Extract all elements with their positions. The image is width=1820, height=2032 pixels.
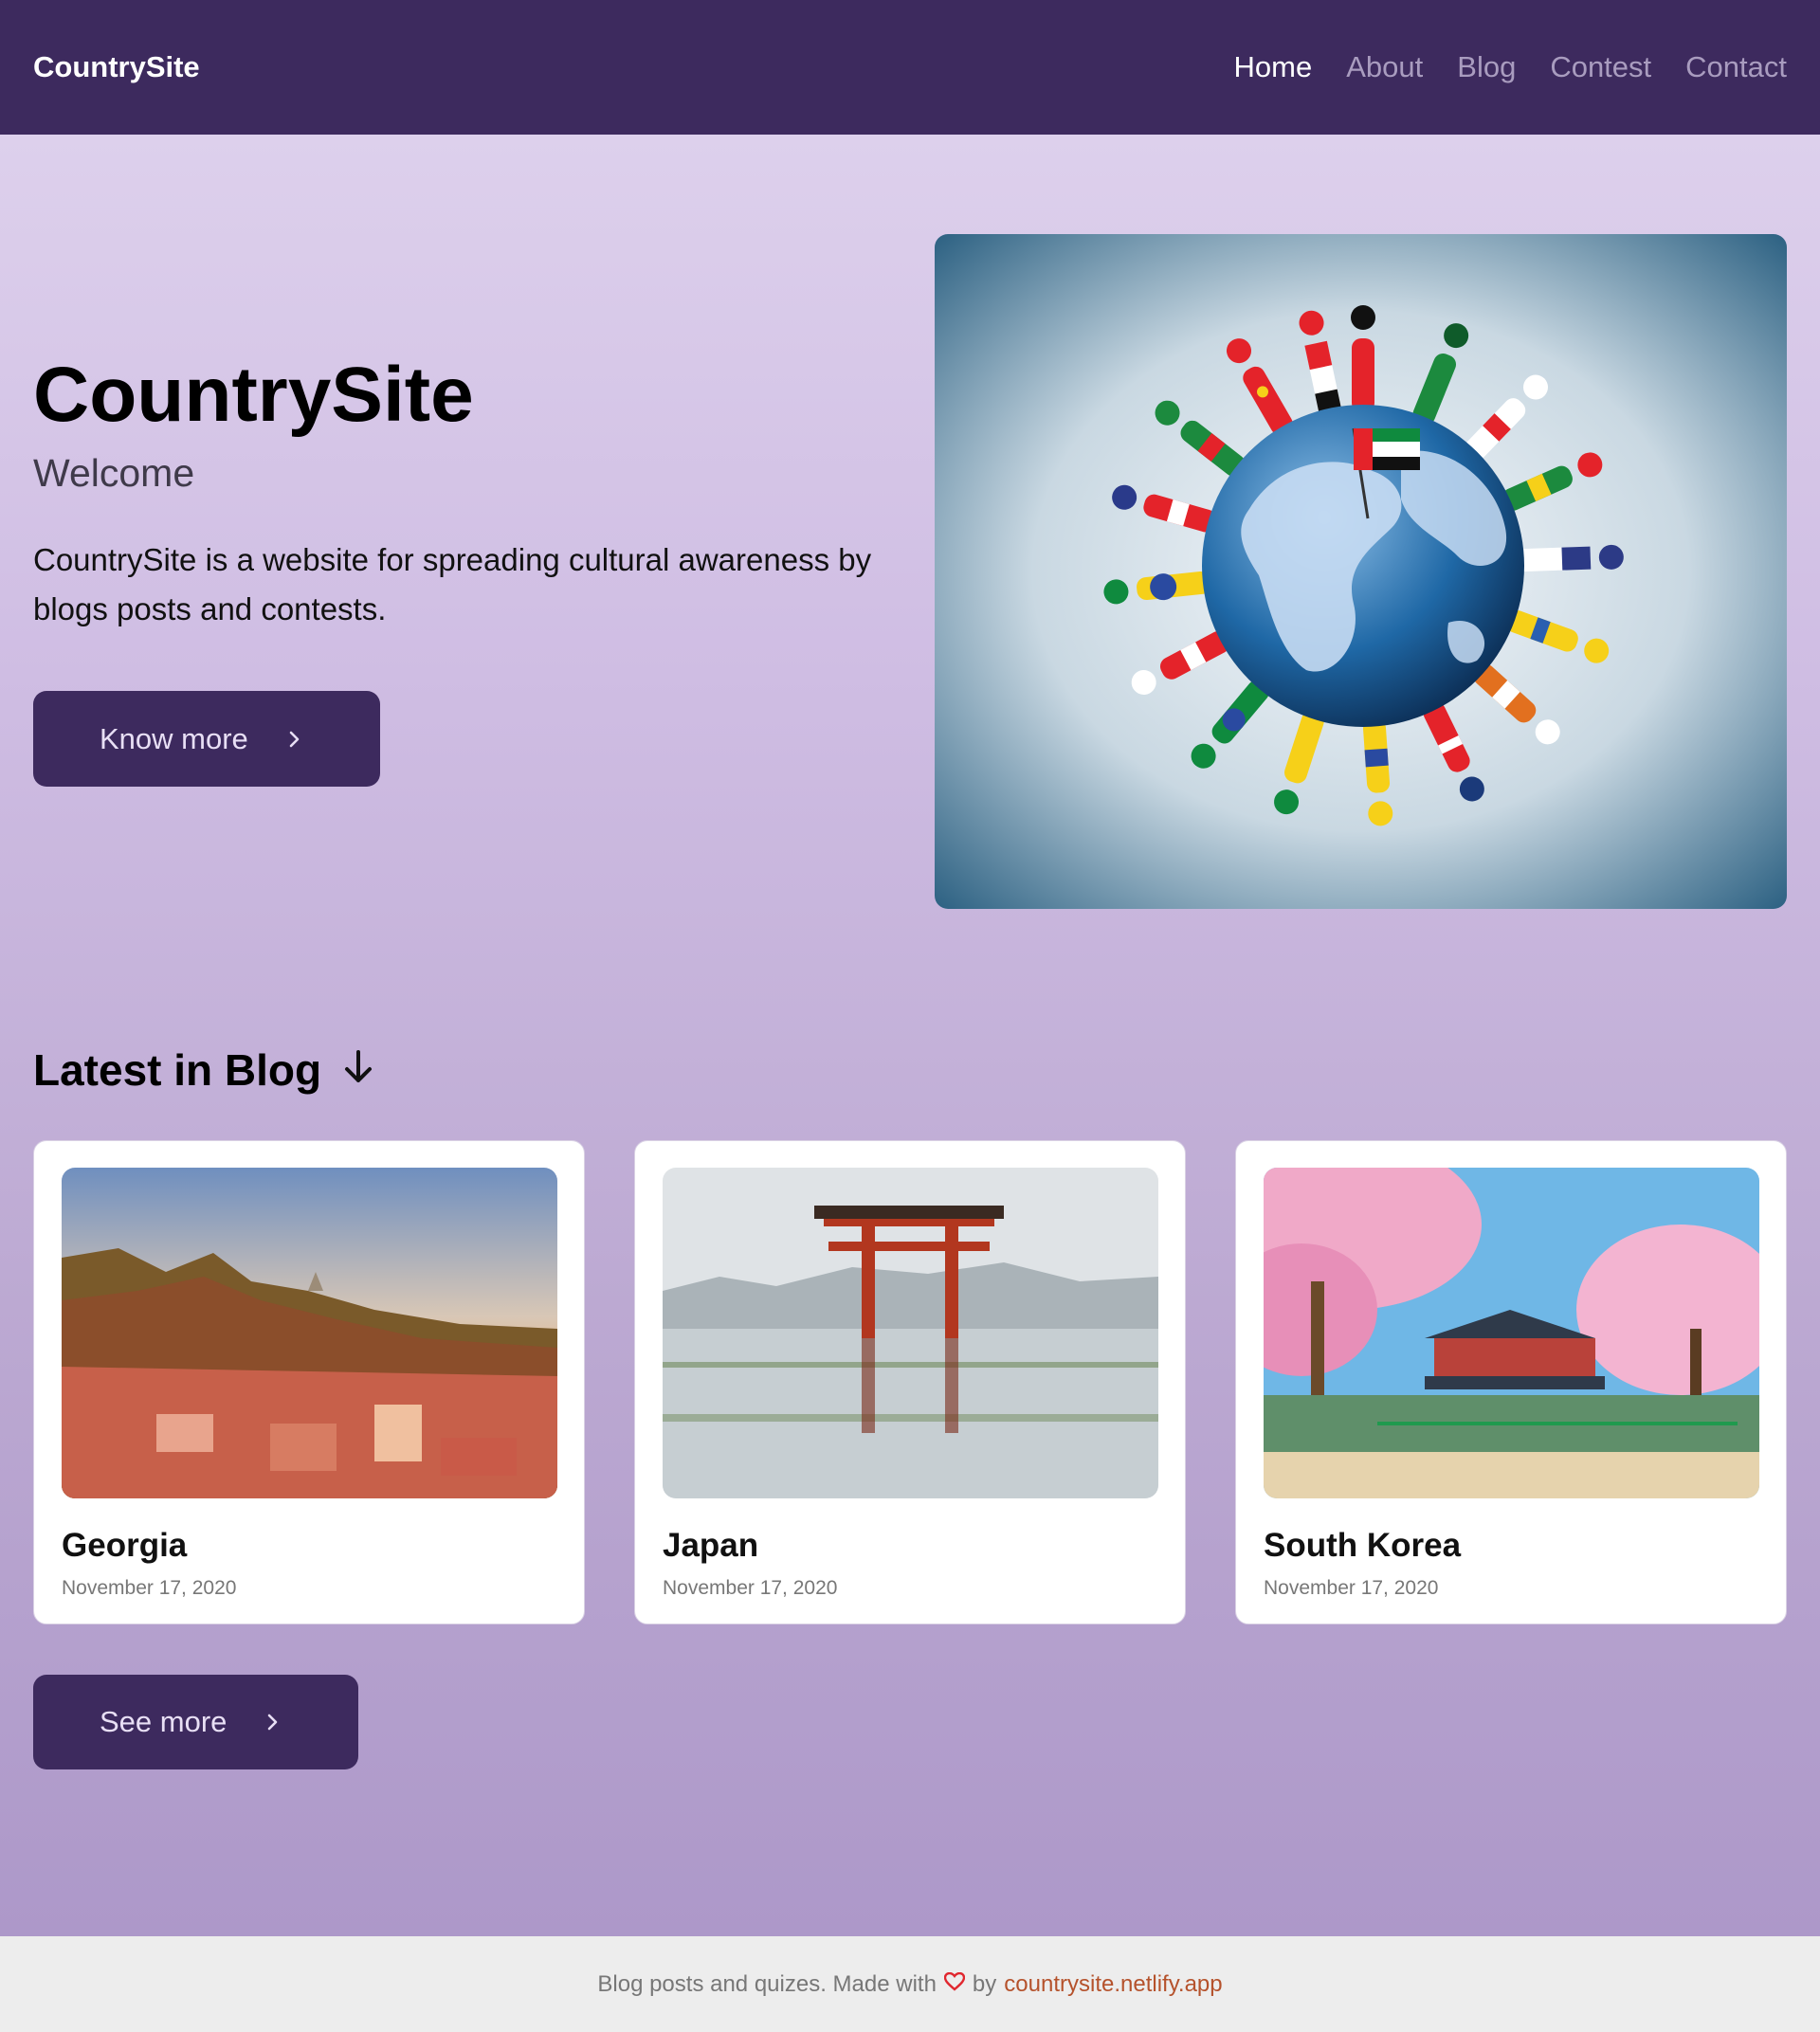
nav-link-about[interactable]: About: [1346, 50, 1423, 84]
latest-blog-heading: Latest in Blog: [33, 1044, 374, 1096]
card-title: Georgia: [62, 1527, 188, 1564]
nav-link-contest[interactable]: Contest: [1550, 50, 1651, 84]
hero-text: CountrySite Welcome CountrySite is a web…: [33, 352, 886, 634]
footer-site-link[interactable]: countrysite.netlify.app: [1004, 1971, 1222, 1998]
blog-card-georgia[interactable]: Georgia November 17, 2020: [33, 1140, 585, 1624]
footer: Blog posts and quizes. Made with by coun…: [0, 1936, 1820, 2032]
main-content: CountrySite Welcome CountrySite is a web…: [0, 135, 1820, 1936]
georgia-photo: [62, 1168, 557, 1498]
know-more-label: Know more: [100, 721, 248, 755]
chevron-right-icon: [266, 1705, 280, 1739]
hero-description: CountrySite is a website for spreading c…: [33, 542, 872, 627]
nav-link-blog[interactable]: Blog: [1457, 50, 1516, 84]
nav-link-home[interactable]: Home: [1234, 50, 1313, 84]
latest-blog-title: Latest in Blog: [33, 1045, 322, 1095]
chevron-right-icon: [288, 722, 301, 756]
know-more-button[interactable]: Know more: [33, 691, 380, 787]
see-more-button[interactable]: See more: [33, 1675, 358, 1769]
japan-photo: [663, 1168, 1158, 1498]
card-date: November 17, 2020: [1264, 1577, 1439, 1599]
hero-subtitle: Welcome: [33, 451, 195, 496]
south-korea-photo: [1264, 1168, 1759, 1498]
blog-card-japan[interactable]: Japan November 17, 2020: [634, 1140, 1186, 1624]
hero-title: CountrySite: [33, 352, 474, 438]
nav-link-contact[interactable]: Contact: [1685, 50, 1787, 84]
heart-icon: [943, 1971, 966, 1998]
blog-card-south-korea[interactable]: South Korea November 17, 2020: [1235, 1140, 1787, 1624]
card-title: Japan: [663, 1527, 759, 1564]
nav-links: Home About Blog Contest Contact: [1234, 50, 1787, 84]
navbar: CountrySite Home About Blog Contest Cont…: [0, 0, 1820, 135]
see-more-label: See more: [100, 1705, 228, 1738]
footer-by-text: by: [972, 1970, 997, 1997]
card-date: November 17, 2020: [62, 1577, 237, 1599]
brand-logo-link[interactable]: CountrySite: [33, 50, 200, 84]
card-title: South Korea: [1264, 1527, 1462, 1564]
arrow-down-icon: [342, 1044, 374, 1096]
card-date: November 17, 2020: [663, 1577, 838, 1599]
footer-text: Blog posts and quizes. Made with: [597, 1970, 937, 1997]
hero-image-world-people: [935, 234, 1787, 909]
